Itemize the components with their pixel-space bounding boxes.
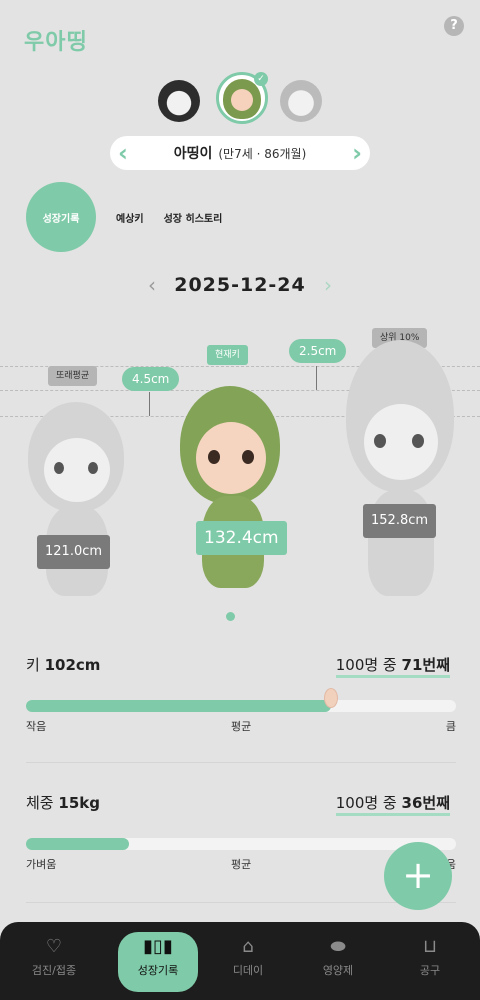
house-icon: ⌂: [242, 936, 254, 957]
height-stat: 키 102cm 100명 중 71번째 작음 평균 큼: [26, 654, 456, 733]
top-percent-figure: [346, 340, 458, 602]
weight-progress-bar: [26, 838, 456, 850]
nav-item-checkup[interactable]: ♡ 검진/접종: [14, 932, 94, 992]
height-comparison: 또래평균 현재키 상위 10% 4.5cm 2.5cm 121.0cm 132.…: [0, 320, 480, 610]
weight-stat: 체중 15kg 100명 중 36번째 가벼움 평균 무거움: [26, 792, 456, 871]
weight-rank: 100명 중 36번째: [335, 792, 450, 816]
child-avatar-left[interactable]: [158, 80, 200, 122]
peer-average-value: 121.0cm: [37, 535, 111, 569]
section-divider: [26, 762, 456, 763]
profile-switcher: ‹ 아띵이 (만7세 · 86개월) ›: [110, 136, 370, 170]
chevron-left-icon[interactable]: ‹: [148, 268, 156, 302]
tab-predicted-height[interactable]: 예상키: [116, 210, 144, 225]
record-date: 2025-12-24: [174, 274, 306, 296]
nav-item-supplement[interactable]: ⬬ 영양제: [298, 932, 378, 992]
pill-icon: ⬬: [330, 936, 346, 957]
chevron-left-icon[interactable]: ‹: [118, 138, 128, 168]
nav-item-shop[interactable]: ⊔ 공구: [390, 932, 470, 992]
heartbeat-icon: ♡: [45, 936, 63, 957]
section-divider: [26, 902, 456, 903]
child-age: (만7세 · 86개월): [218, 146, 307, 161]
height-scale: 작음 평균 큼: [26, 720, 456, 733]
weight-value: 15kg: [58, 794, 100, 812]
peer-average-tag: 또래평균: [48, 366, 98, 386]
tab-growth-history[interactable]: 성장 히스토리: [164, 210, 223, 225]
help-icon[interactable]: ?: [444, 16, 464, 36]
peer-diff-arrow: [149, 392, 150, 416]
weight-progress-fill: [26, 838, 130, 850]
child-avatar-selector: [0, 72, 480, 126]
tab-growth-record[interactable]: 성장기록: [26, 182, 96, 252]
peer-diff-bubble: 4.5cm: [122, 367, 180, 391]
tab-bar: 성장기록 예상키 성장 히스토리: [26, 182, 222, 252]
top-diff-arrow: [316, 366, 317, 390]
height-rank: 100명 중 71번째: [335, 654, 450, 678]
child-name: 아띵이: [173, 146, 213, 162]
top-percent-value: 152.8cm: [363, 504, 437, 538]
peer-average-figure: [28, 402, 128, 602]
add-record-button[interactable]: +: [384, 842, 452, 910]
child-avatar-right[interactable]: [280, 80, 322, 122]
current-height-value: 132.4cm: [196, 521, 287, 555]
height-progress-bar: [26, 700, 456, 712]
height-progress-fill: [26, 700, 332, 712]
nav-item-growth[interactable]: ▮▯▮ 성장기록: [118, 932, 198, 992]
bottom-nav: ♡ 검진/접종 ▮▯▮ 성장기록 ⌂ 디데이 ⬬ 영양제 ⊔ 공구: [0, 922, 480, 1000]
chevron-right-icon[interactable]: ›: [352, 138, 362, 168]
top-diff-bubble: 2.5cm: [289, 339, 347, 363]
shopping-bag-icon: ⊔: [422, 936, 438, 957]
nav-item-dday[interactable]: ⌂ 디데이: [208, 932, 288, 992]
chevron-right-icon[interactable]: ›: [324, 268, 332, 302]
height-value: 102cm: [44, 656, 101, 674]
page-indicator: [226, 612, 235, 621]
bar-chart-icon: ▮▯▮: [143, 936, 173, 957]
check-icon: ✓: [254, 72, 268, 86]
date-navigator: ‹ 2025-12-24 ›: [0, 268, 480, 302]
app-logo: 우아띵: [24, 30, 88, 55]
current-height-figure: [180, 386, 284, 598]
current-height-tag: 현재키: [207, 345, 248, 365]
